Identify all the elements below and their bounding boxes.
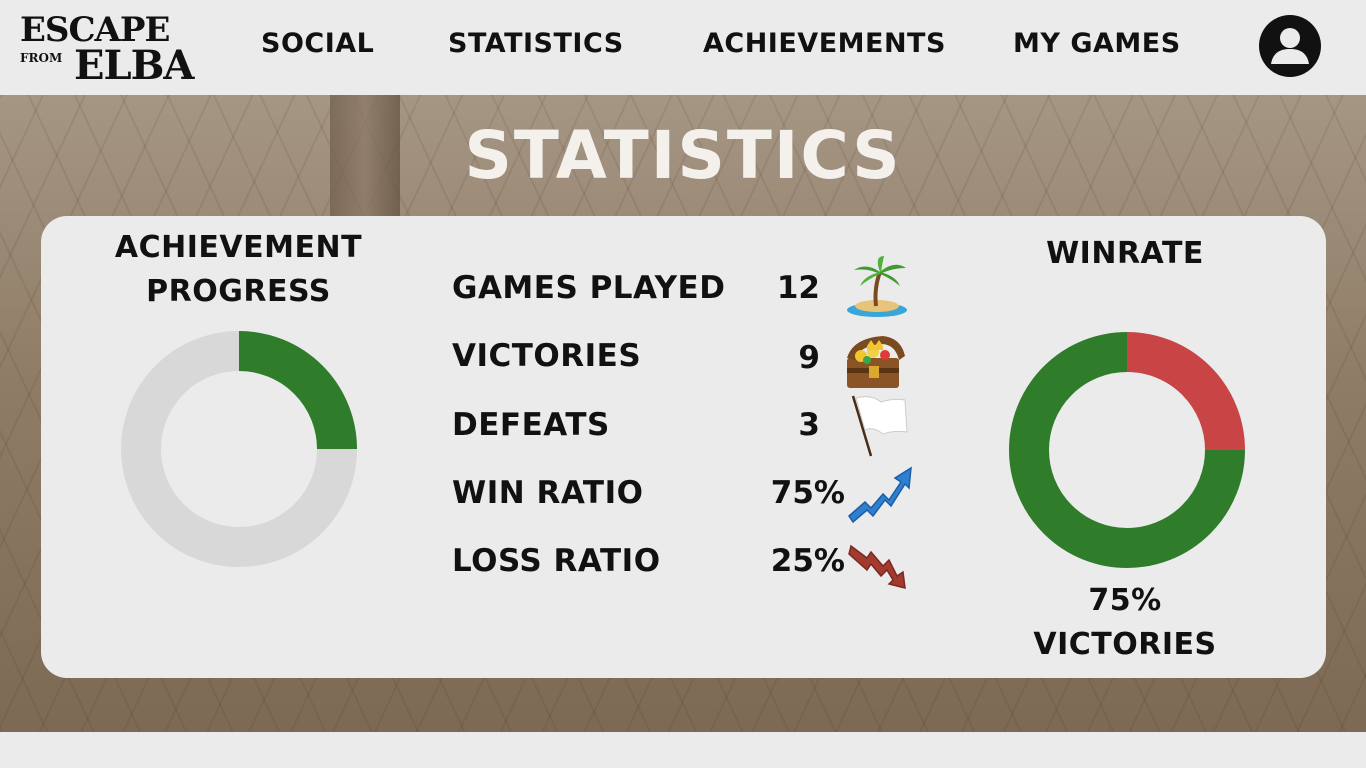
stat-value-defeats: 3 [798, 407, 820, 443]
treasure-chest-icon [847, 336, 905, 388]
stat-value-victories: 9 [798, 340, 820, 376]
achievement-progress-arc [238, 331, 357, 450]
logo-line3: ELBA [74, 42, 194, 89]
trend-down-arrow-icon [848, 544, 906, 589]
stat-value-loss-ratio: 25% [770, 543, 845, 579]
escape-from-elba-logo[interactable]: ESCAPE FROM ELBA [18, 12, 250, 88]
palm-island-icon [847, 256, 907, 317]
achievement-title-line2: PROGRESS [146, 274, 331, 309]
stat-value-games-played: 12 [776, 270, 820, 306]
nav-achievements[interactable]: ACHIEVEMENTS [703, 26, 946, 62]
stat-label-loss-ratio: LOSS RATIO [452, 543, 661, 579]
top-bar: ESCAPE FROM ELBA SOCIAL STATISTICS ACHIE… [0, 0, 1366, 95]
winrate-defeats-arc [1126, 332, 1245, 451]
trend-up-arrow-icon [848, 466, 912, 524]
nav-my-games[interactable]: MY GAMES [1013, 26, 1181, 62]
achievement-title-line1: ACHIEVEMENT [114, 230, 363, 265]
stat-label-victories: VICTORIES [452, 338, 642, 374]
winrate-caption-percent: 75% [1088, 583, 1162, 618]
winrate-donut [1009, 332, 1245, 568]
winrate-title: WINRATE [1046, 236, 1204, 271]
nav-statistics[interactable]: STATISTICS [448, 26, 624, 62]
stat-label-win-ratio: WIN RATIO [452, 475, 644, 511]
logo-line2: FROM [20, 51, 63, 65]
footer-band [0, 732, 1366, 768]
user-avatar-icon[interactable] [1259, 15, 1321, 77]
winrate-caption: 75% VICTORIES [995, 579, 1255, 667]
nav-social[interactable]: SOCIAL [261, 26, 374, 62]
winrate-caption-label: VICTORIES [1033, 627, 1217, 662]
page-title: STATISTICS [464, 117, 902, 194]
achievement-progress-donut [121, 331, 357, 567]
statistics-card: ACHIEVEMENT PROGRESS GAMES PLAYED 12 VIC… [41, 216, 1326, 678]
stat-label-defeats: DEFEATS [452, 407, 610, 443]
achievement-progress-title: ACHIEVEMENT PROGRESS [91, 226, 386, 314]
stat-value-win-ratio: 75% [770, 475, 845, 511]
white-flag-icon [851, 395, 908, 457]
stat-label-games-played: GAMES PLAYED [452, 270, 726, 306]
